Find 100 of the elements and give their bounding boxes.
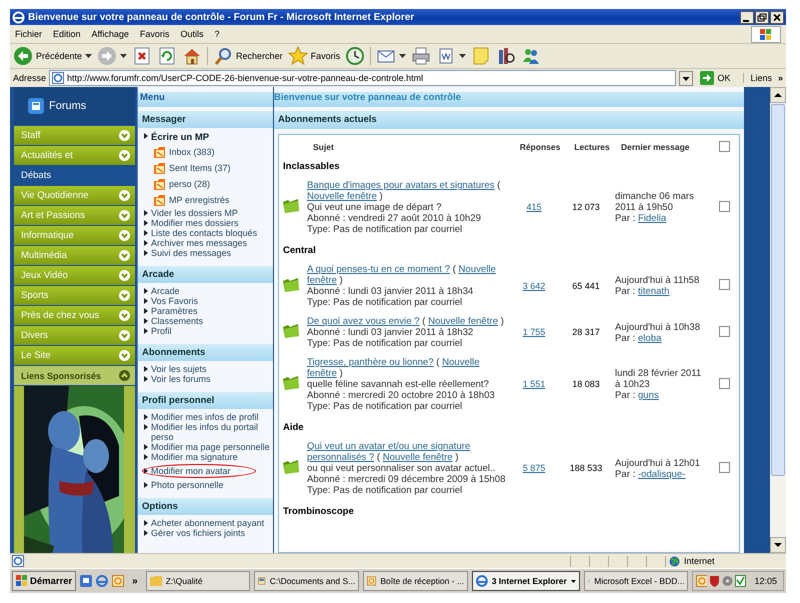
checkbox[interactable] — [719, 326, 730, 336]
checkbox[interactable] — [719, 462, 730, 472]
menu-link[interactable]: Écrire un MP — [151, 131, 210, 144]
menu-link[interactable]: Photo personnelle — [151, 480, 224, 490]
menu-link[interactable]: Modifier mon avatar — [151, 466, 231, 476]
expand-icon[interactable] — [119, 310, 130, 321]
menu-link[interactable]: Profil — [151, 326, 172, 336]
expand-icon[interactable] — [119, 210, 130, 221]
taskbar-button[interactable]: Z:\Qualité — [146, 571, 250, 591]
note-button[interactable] — [471, 46, 492, 66]
menu-link[interactable]: Acheter abonnement payant — [151, 518, 264, 528]
more-button[interactable]: » — [128, 576, 142, 586]
author-link[interactable]: Fidelia — [638, 213, 666, 224]
taskbar-button[interactable]: 3 Internet Explorer — [472, 571, 580, 591]
checkbox[interactable] — [719, 378, 730, 388]
print-button[interactable] — [411, 46, 432, 66]
menu-link[interactable]: perso (28) — [169, 176, 210, 192]
topic-heading[interactable]: Qui veut un avatar et/ou une signature personnalisés ? ( Nouvelle fenêtre ) — [307, 441, 507, 463]
back-button[interactable]: Précédente — [13, 46, 92, 66]
menu-link[interactable]: MP enregistrés — [169, 192, 230, 208]
search-button[interactable]: Rechercher — [213, 46, 283, 66]
expand-icon[interactable] — [119, 270, 130, 281]
topic-heading[interactable]: Banque d'images pour avatars et signatures ( Nouvelle fenêtre ) — [307, 180, 507, 202]
author-link[interactable]: -odalisque- — [638, 468, 686, 480]
links-button[interactable]: Liens » — [743, 73, 783, 83]
topic-heading[interactable]: Tigresse, panthère ou lionne? ( Nouvelle fenêtre ) — [307, 357, 507, 379]
mail-icon[interactable] — [112, 575, 124, 587]
replies-link[interactable]: 415 — [526, 202, 542, 212]
expand-icon[interactable] — [119, 230, 130, 241]
expand-icon[interactable] — [119, 190, 130, 201]
address-field[interactable]: http://www.forumfr.com/UserCP-CODE-26-bienvenue-sur-votre-panneau-de-controle.html — [49, 70, 676, 86]
menu-item[interactable]: Favoris — [140, 29, 170, 39]
stop-button[interactable] — [132, 46, 152, 66]
topic-heading[interactable]: A quoi penses-tu en ce moment ? ( Nouvelle fenêtre ) — [307, 264, 507, 286]
expand-icon[interactable] — [119, 330, 130, 341]
mail-icon[interactable] — [696, 575, 708, 587]
menu-link[interactable]: Modifier mes infos de profil — [151, 412, 259, 422]
minimize-button[interactable] — [740, 10, 754, 24]
menu-link[interactable]: Gérer vos fichiers joints — [151, 528, 246, 538]
expand-icon[interactable] — [119, 250, 130, 261]
menu-link[interactable]: Voir les sujets — [151, 364, 207, 374]
menu-link[interactable]: Liste des contacts bloqués — [151, 228, 258, 238]
taskbar-button[interactable]: Microsoft Excel - BDD... — [584, 571, 688, 591]
menu-link[interactable]: Vos Favoris — [151, 296, 198, 306]
replies-link[interactable]: 3 642 — [522, 280, 546, 290]
scroll-down-button[interactable] — [770, 537, 786, 553]
menu-link[interactable]: Voir les forums — [151, 374, 211, 384]
taskbar-button[interactable]: Boîte de réception - ... — [363, 571, 468, 591]
desktop-icon[interactable] — [80, 575, 92, 587]
dropdown-icon — [120, 54, 128, 58]
expand-icon[interactable] — [119, 150, 130, 161]
menu-link[interactable]: Sent Items (37) — [169, 160, 231, 176]
checkmark-icon[interactable] — [735, 575, 746, 587]
replies-link[interactable]: 1 551 — [522, 379, 546, 389]
menu-link[interactable]: Paramètres — [151, 306, 198, 316]
collapse-icon[interactable] — [119, 370, 130, 381]
menu-link[interactable]: Modifier ma signature — [151, 452, 238, 462]
history-button[interactable] — [345, 46, 366, 66]
menu-item[interactable]: Fichier — [15, 29, 42, 39]
favorites-button[interactable]: Favoris — [288, 46, 340, 66]
menu-link[interactable]: Archiver mes messages — [151, 238, 248, 248]
author-link[interactable]: eloba — [638, 332, 662, 344]
taskbar-button[interactable]: C:\Documents and S... — [254, 571, 360, 591]
home-button[interactable] — [182, 46, 202, 66]
checkbox[interactable] — [719, 140, 730, 152]
menu-link[interactable]: Vider les dossiers MP — [151, 208, 238, 218]
checkbox[interactable] — [719, 279, 730, 290]
scroll-up-button[interactable] — [770, 87, 786, 103]
checkbox[interactable] — [719, 200, 730, 212]
scroll-thumb[interactable] — [771, 104, 785, 476]
refresh-button[interactable] — [157, 46, 178, 66]
expand-icon[interactable] — [119, 290, 130, 301]
expand-icon[interactable] — [119, 350, 130, 361]
menu-link[interactable]: Modifier les infos du portail perso — [151, 422, 271, 442]
forward-button[interactable] — [97, 46, 128, 66]
browser-icon[interactable] — [96, 575, 108, 587]
menu-link[interactable]: Inbox (383) — [169, 144, 215, 160]
replies-link[interactable]: 1 755 — [522, 327, 546, 337]
close-button[interactable] — [770, 10, 784, 24]
disc-icon[interactable] — [722, 575, 734, 587]
shield-icon[interactable] — [709, 575, 720, 587]
scrollbar[interactable] — [770, 87, 786, 553]
menu-link[interactable]: Suivi des messages — [151, 248, 232, 258]
dropdown-button[interactable] — [679, 70, 694, 86]
menu-link[interactable]: Classements — [151, 316, 204, 326]
replies-link[interactable]: 5 875 — [522, 463, 546, 473]
menu-item[interactable]: ? — [214, 29, 220, 39]
menu-link[interactable]: Modifier mes dossiers — [151, 218, 239, 228]
author-link[interactable]: titenath — [638, 286, 670, 297]
menu-item[interactable]: Affichage — [92, 29, 129, 39]
start-button[interactable]: Démarrer — [12, 571, 76, 591]
expand-icon[interactable] — [119, 130, 130, 141]
go-button[interactable]: OK — [696, 71, 740, 85]
menu-item[interactable]: Outils — [180, 29, 204, 39]
menu-link[interactable]: Modifier ma page personnelle — [151, 442, 270, 452]
author-link[interactable]: guns — [638, 390, 659, 401]
menu-link[interactable]: Arcade — [151, 286, 180, 296]
menu-item[interactable]: Edition — [53, 29, 81, 39]
topic-heading[interactable]: De quoi avez vous envie ? ( Nouvelle fenêtre ) — [307, 316, 507, 327]
restore-button[interactable] — [755, 10, 769, 24]
